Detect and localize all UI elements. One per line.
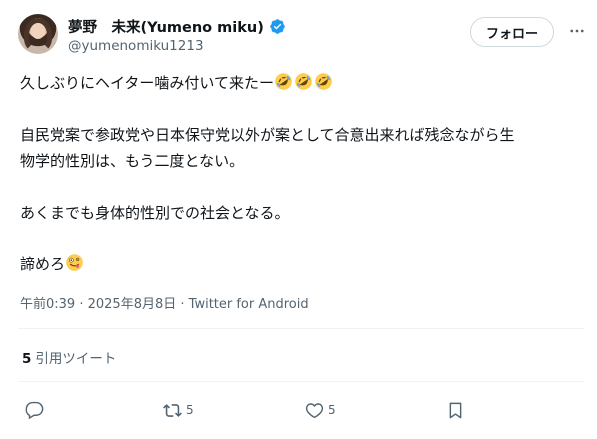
user-handle[interactable]: @yumenomiku1213	[68, 38, 204, 54]
post-source: Twitter for Android	[188, 297, 309, 312]
post-text-para4: 諦めろ	[20, 255, 66, 273]
meta-separator: ·	[75, 297, 88, 312]
retweet-count: 5	[186, 403, 194, 417]
more-options-icon[interactable]	[566, 20, 588, 42]
retweet-icon	[163, 403, 182, 417]
meta-separator: ·	[176, 297, 189, 312]
follow-button[interactable]: フォロー	[470, 17, 554, 47]
zany-face-icon	[66, 254, 83, 271]
ellipsis-icon	[570, 29, 584, 33]
rolling-on-floor-laughing-icon	[315, 73, 332, 90]
heart-icon	[305, 402, 324, 418]
post-time[interactable]: 午前0:39	[20, 297, 75, 312]
avatar-face	[31, 23, 45, 39]
avatar[interactable]	[18, 14, 58, 54]
quote-tweets-link[interactable]: 5 引用ツイート	[22, 347, 116, 367]
quote-count: 5	[22, 351, 32, 367]
reply-button[interactable]	[25, 396, 48, 424]
rolling-on-floor-laughing-icon	[275, 73, 292, 90]
post-line-5: 諦めろ	[20, 253, 85, 274]
verified-badge-icon	[270, 19, 285, 34]
post-line-1: 久しぶりにヘイター噛み付いて来たー	[20, 72, 334, 93]
like-count: 5	[328, 403, 336, 417]
post-meta: 午前0:39 · 2025年8月8日 · Twitter for Android	[20, 293, 309, 312]
divider	[18, 328, 584, 329]
display-name[interactable]: 夢野 未来(Yumeno miku)	[68, 16, 264, 37]
like-button[interactable]: 5	[305, 396, 336, 424]
action-bar: 5 5	[0, 396, 597, 426]
post-line-4: あくまでも身体的性別での社会となる。	[20, 204, 290, 222]
bookmark-icon	[449, 402, 462, 418]
post-line-3: 物学的性別は、もう二度とない。	[20, 152, 245, 170]
retweet-button[interactable]: 5	[163, 396, 194, 424]
name-row: 夢野 未来(Yumeno miku)	[68, 16, 286, 37]
tweet-header: 夢野 未来(Yumeno miku) @yumenomiku1213 フォロー	[0, 0, 597, 62]
divider	[18, 381, 584, 382]
post-date[interactable]: 2025年8月8日	[88, 297, 177, 312]
bookmark-button[interactable]	[446, 396, 465, 424]
quote-label: 引用ツイート	[35, 351, 117, 367]
post-line-2: 自民党案で参政党や日本保守党以外が案として合意出来れば残念ながら生	[20, 126, 515, 144]
post-text-line1: 久しぶりにヘイター噛み付いて来たー	[20, 74, 274, 92]
reply-icon	[25, 401, 44, 419]
rolling-on-floor-laughing-icon	[295, 73, 312, 90]
